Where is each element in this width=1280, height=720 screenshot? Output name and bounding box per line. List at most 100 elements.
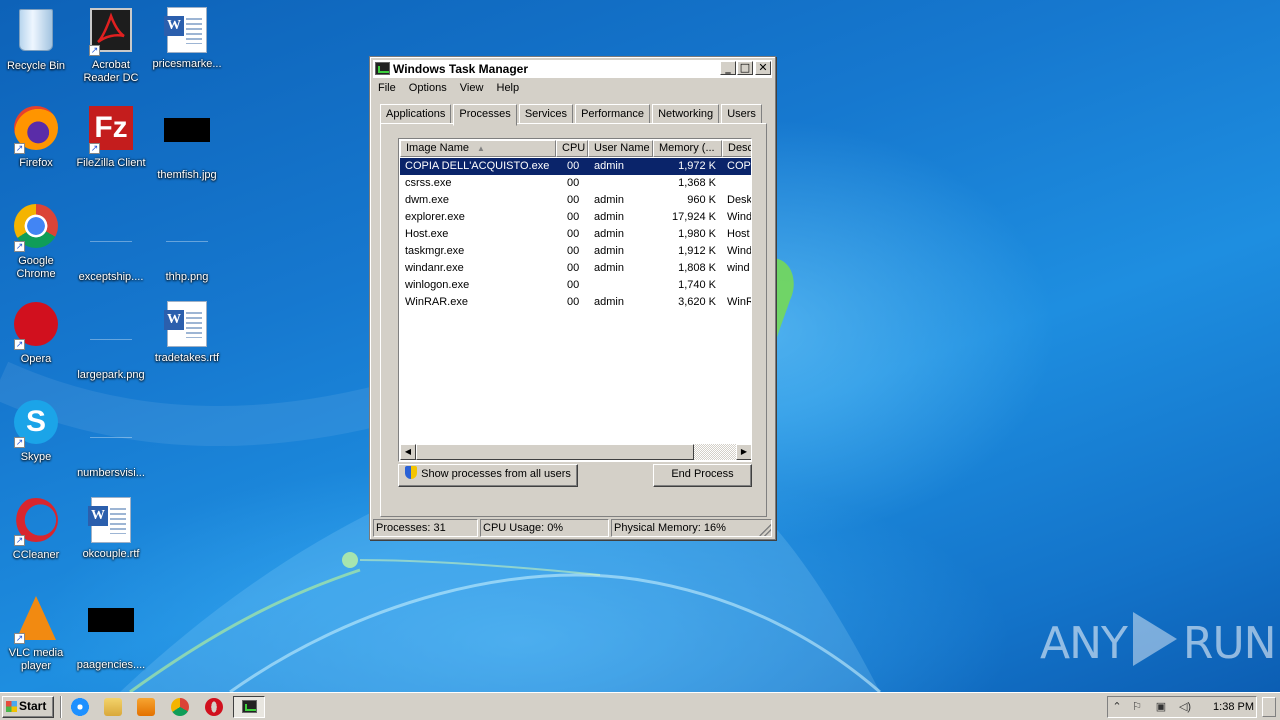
resize-grip-icon[interactable] [759, 524, 771, 536]
desktop-icon-firefox[interactable]: ↗ Firefox [0, 104, 74, 170]
desktop-icon-label: pricesmarke... [152, 58, 222, 70]
tab-networking[interactable]: Networking [652, 104, 720, 124]
process-description: Desk [727, 194, 752, 206]
tab-applications[interactable]: Applications [380, 104, 452, 124]
desktop-icon-label: Acrobat Reader DC [83, 59, 139, 84]
blank-file-icon [87, 318, 135, 366]
desktop-icon-exceptship[interactable]: exceptship.... [73, 202, 149, 284]
column-description[interactable]: Desc [722, 140, 751, 157]
end-process-button[interactable]: End Process [653, 464, 752, 487]
process-row[interactable]: explorer.exe 00 admin 17,924 K Wind [400, 209, 751, 226]
desktop-icon-recycle-bin[interactable]: Recycle Bin [0, 6, 74, 73]
action-center-flag-icon[interactable]: ⚐ [1130, 700, 1144, 714]
process-name: taskmgr.exe [405, 245, 465, 257]
scrollbar-track[interactable] [694, 444, 736, 460]
play-logo-icon [1132, 612, 1177, 666]
process-user: admin [594, 211, 624, 223]
process-description: Wind [727, 245, 752, 257]
scroll-right-icon[interactable]: ▶ [736, 444, 751, 460]
media-player-icon[interactable] [137, 698, 155, 716]
taskbar-clock[interactable]: 1:38 PM [1208, 697, 1254, 717]
process-row[interactable]: Host.exe 00 admin 1,980 K Host [400, 226, 751, 243]
process-memory: 3,620 K [678, 296, 716, 308]
process-memory: 1,912 K [678, 245, 716, 257]
menu-view[interactable]: View [455, 80, 489, 96]
menu-bar: File Options View Help [373, 80, 772, 98]
scroll-left-icon[interactable]: ◀ [400, 444, 416, 460]
desktop-icon-label: Google Chrome [16, 255, 56, 280]
menu-file[interactable]: File [373, 80, 401, 96]
minimize-button[interactable]: _ [720, 61, 736, 75]
desktop-icon-largepark[interactable]: largepark.png [73, 300, 149, 382]
process-user: admin [594, 296, 624, 308]
status-process-count: Processes: 31 [373, 519, 478, 537]
word-document-icon: W [163, 7, 211, 55]
process-row[interactable]: csrss.exe 00 1,368 K [400, 175, 751, 192]
status-cpu-usage: CPU Usage: 0% [480, 519, 609, 537]
process-row[interactable]: winlogon.exe 00 1,740 K [400, 277, 751, 294]
process-row[interactable]: taskmgr.exe 00 admin 1,912 K Wind [400, 243, 751, 260]
column-user-name[interactable]: User Name [588, 140, 653, 157]
process-row[interactable]: COPIA DELL'ACQUISTO.exe 00 admin 1,972 K COP… [400, 158, 751, 175]
process-cpu: 00 [567, 228, 580, 240]
process-row[interactable]: windanr.exe 00 admin 1,808 K wind [400, 260, 751, 277]
desktop-icon-thhp[interactable]: thhp.png [149, 202, 225, 284]
process-list-header: Image Name ▲ CPU User Name Memory (... De… [400, 140, 751, 157]
desktop-icon-numbersvisi[interactable]: numbersvisi... [73, 398, 149, 480]
process-rows: COPIA DELL'ACQUISTO.exe 00 admin 1,972 K COP… [400, 158, 751, 311]
show-desktop-button[interactable] [1262, 697, 1276, 717]
blank-file-icon [87, 416, 135, 464]
scrollbar-thumb[interactable] [416, 444, 694, 460]
opera-icon: ↗ [12, 302, 60, 350]
chrome-taskbar-icon[interactable] [171, 698, 189, 716]
uac-shield-icon [405, 466, 418, 479]
acrobat-icon: ↗ [87, 8, 135, 56]
show-all-processes-button[interactable]: Show processes from all users [398, 464, 578, 487]
column-cpu[interactable]: CPU [556, 140, 588, 157]
process-row[interactable]: WinRAR.exe 00 admin 3,620 K WinR [400, 294, 751, 311]
file-explorer-icon[interactable] [104, 698, 122, 716]
maximize-button[interactable]: □ [737, 61, 753, 75]
desktop-icon-opera[interactable]: ↗ Opera [0, 300, 74, 366]
process-description: Host [727, 228, 750, 240]
desktop-icon-pricesmarket[interactable]: W pricesmarke... [149, 6, 225, 71]
process-cpu: 00 [567, 177, 580, 189]
volume-icon[interactable]: ◁) [1178, 700, 1192, 714]
opera-taskbar-icon[interactable] [205, 698, 223, 716]
status-bar: Processes: 31 CPU Usage: 0% Physical Mem… [373, 519, 772, 537]
start-button[interactable]: Start [2, 696, 54, 718]
process-row[interactable]: dwm.exe 00 admin 960 K Desk [400, 192, 751, 209]
desktop-icon-label: largepark.png [77, 369, 145, 381]
show-hidden-icons-icon[interactable]: ⌃ [1110, 700, 1124, 714]
menu-options[interactable]: Options [404, 80, 452, 96]
process-cpu: 00 [567, 279, 580, 291]
tab-users[interactable]: Users [721, 104, 762, 124]
horizontal-scrollbar[interactable]: ◀ ▶ [400, 444, 751, 460]
column-image-name[interactable]: Image Name ▲ [400, 140, 556, 157]
menu-help[interactable]: Help [492, 80, 525, 96]
desktop-icon-okcouple[interactable]: W okcouple.rtf [73, 496, 149, 561]
desktop-icon-label: thhp.png [165, 271, 209, 283]
close-button[interactable]: ✕ [755, 61, 771, 75]
tab-services[interactable]: Services [518, 104, 573, 124]
process-list[interactable]: Image Name ▲ CPU User Name Memory (... De… [398, 138, 752, 462]
column-memory[interactable]: Memory (... [653, 140, 722, 157]
desktop-icon-themfish[interactable]: themfish.jpg [149, 104, 225, 182]
internet-explorer-icon[interactable] [71, 698, 89, 716]
desktop-icon-filezilla[interactable]: Fz ↗ FileZilla Client [73, 104, 149, 170]
desktop-icon-skype[interactable]: S ↗ Skype [0, 398, 74, 464]
desktop-icon-label: paagencies.... [76, 659, 146, 671]
desktop-icon-chrome[interactable]: ↗ Google Chrome [0, 202, 74, 281]
desktop-icon-ccleaner[interactable]: ↗ CCleaner [0, 496, 74, 562]
tab-performance[interactable]: Performance [575, 104, 651, 124]
desktop-icon-acrobat[interactable]: ↗ Acrobat Reader DC [73, 6, 149, 85]
desktop-icon-vlc[interactable]: ↗ VLC media player [0, 594, 74, 673]
network-icon[interactable]: ▣ [1154, 700, 1168, 714]
tab-processes[interactable]: Processes [453, 104, 517, 126]
process-description: COPI [727, 160, 752, 172]
taskbar-task-manager-button[interactable] [233, 696, 265, 718]
desktop-icon-paagencies[interactable]: paagencies.... [73, 594, 149, 672]
desktop-icon-tradetakes[interactable]: W tradetakes.rtf [149, 300, 225, 365]
window-titlebar[interactable]: Windows Task Manager _ □ ✕ [373, 60, 772, 78]
process-cpu: 00 [567, 262, 580, 274]
